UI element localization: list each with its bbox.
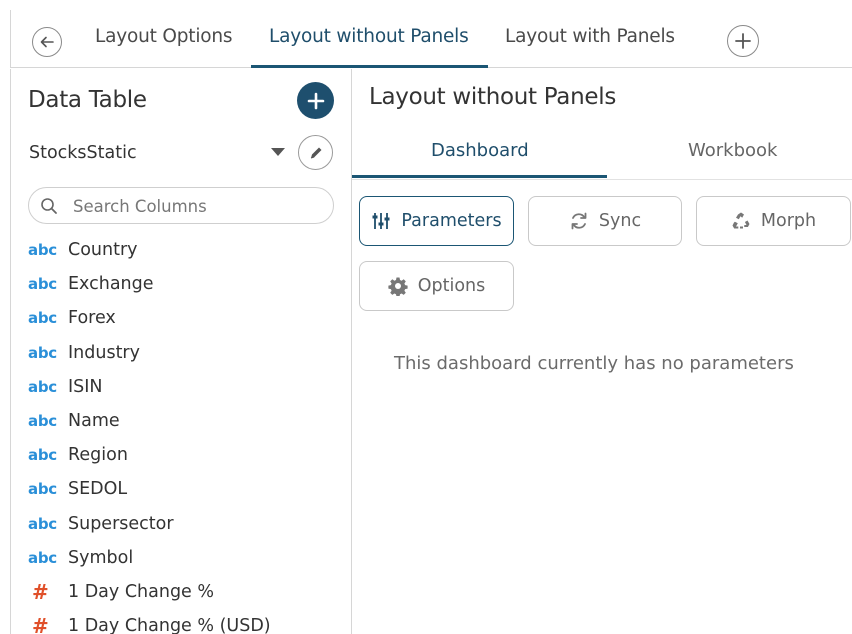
column-name: Exchange [68, 274, 154, 295]
search-columns-field[interactable] [28, 187, 334, 224]
chevron-down-icon[interactable] [271, 148, 285, 156]
column-name: ISIN [68, 376, 103, 397]
list-item[interactable]: #1 Day Change % [28, 575, 348, 609]
tab-layout-without-panels[interactable]: Layout without Panels [269, 26, 469, 47]
column-list: abc Country abc Exchange abc Forex abc Indus… [28, 233, 348, 634]
search-columns-input[interactable] [73, 194, 323, 218]
list-item[interactable]: #1 Day Change % (USD) [28, 609, 348, 634]
list-item[interactable]: abc Country [28, 233, 348, 267]
list-item[interactable]: abc SEDOL [28, 472, 348, 506]
list-item[interactable]: abc Symbol [28, 541, 348, 575]
text-type-icon: abc [28, 377, 57, 396]
top-tab-bar: Layout Options Layout without Panels Lay… [10, 10, 852, 68]
plus-icon [307, 92, 324, 109]
text-type-icon: abc [28, 343, 57, 362]
plus-icon [735, 33, 751, 49]
text-type-icon: abc [28, 309, 57, 328]
column-name: SEDOL [68, 479, 128, 500]
list-item[interactable]: abc Forex [28, 301, 348, 335]
add-tab-button[interactable] [727, 25, 759, 57]
add-data-table-button[interactable] [297, 82, 334, 119]
text-type-icon: abc [28, 480, 57, 499]
text-type-icon: abc [28, 514, 57, 533]
empty-state-message: This dashboard currently has no paramete… [394, 353, 794, 374]
tab-layout-with-panels[interactable]: Layout with Panels [505, 26, 675, 47]
list-item[interactable]: abc Region [28, 438, 348, 472]
back-button[interactable] [32, 27, 62, 57]
data-source-select[interactable]: StocksStatic [29, 143, 137, 163]
text-type-icon: abc [28, 446, 57, 465]
sync-button[interactable]: Sync [528, 196, 682, 246]
recycle-icon [732, 212, 750, 229]
column-name: Industry [68, 342, 140, 363]
sub-tab-bar: Dashboard Workbook [352, 128, 852, 180]
sync-icon [571, 212, 587, 230]
list-item[interactable]: abc Name [28, 404, 348, 438]
tab-workbook[interactable]: Workbook [688, 140, 777, 161]
column-name: Name [68, 411, 120, 432]
pencil-icon [310, 147, 321, 158]
data-table-title: Data Table [28, 87, 147, 113]
parameters-button[interactable]: Parameters [359, 196, 514, 246]
gear-icon [388, 277, 408, 296]
column-name: Region [68, 445, 128, 466]
column-name: 1 Day Change % (USD) [68, 616, 271, 634]
text-type-icon: abc [28, 241, 57, 260]
active-subtab-indicator [352, 175, 607, 178]
tab-layout-options[interactable]: Layout Options [95, 26, 233, 47]
numeric-type-icon: # [32, 579, 49, 604]
list-item[interactable]: abc Supersector [28, 507, 348, 541]
column-name: Symbol [68, 547, 134, 568]
text-type-icon: abc [28, 548, 57, 567]
list-item[interactable]: abc ISIN [28, 370, 348, 404]
numeric-type-icon: # [32, 614, 49, 634]
column-name: Supersector [68, 513, 174, 534]
tab-dashboard[interactable]: Dashboard [431, 140, 529, 161]
column-name: Country [68, 240, 138, 261]
list-item[interactable]: abc Industry [28, 336, 348, 370]
options-button[interactable]: Options [359, 261, 514, 311]
sliders-icon [372, 213, 390, 229]
list-item[interactable]: abc Exchange [28, 267, 348, 301]
sync-label: Sync [598, 211, 642, 231]
text-type-icon: abc [28, 412, 57, 431]
page-title: Layout without Panels [369, 84, 617, 110]
options-label: Options [417, 276, 486, 296]
morph-button[interactable]: Morph [696, 196, 851, 246]
parameters-label: Parameters [401, 211, 502, 231]
active-tab-indicator [251, 65, 488, 68]
morph-label: Morph [760, 211, 817, 231]
data-table-panel: Data Table StocksStatic abc Country abc Ex… [10, 69, 352, 634]
edit-source-button[interactable] [298, 135, 333, 170]
search-icon [41, 198, 57, 214]
column-name: 1 Day Change % [68, 581, 215, 602]
column-name: Forex [68, 308, 116, 329]
text-type-icon: abc [28, 275, 57, 294]
arrow-left-icon [40, 36, 54, 48]
